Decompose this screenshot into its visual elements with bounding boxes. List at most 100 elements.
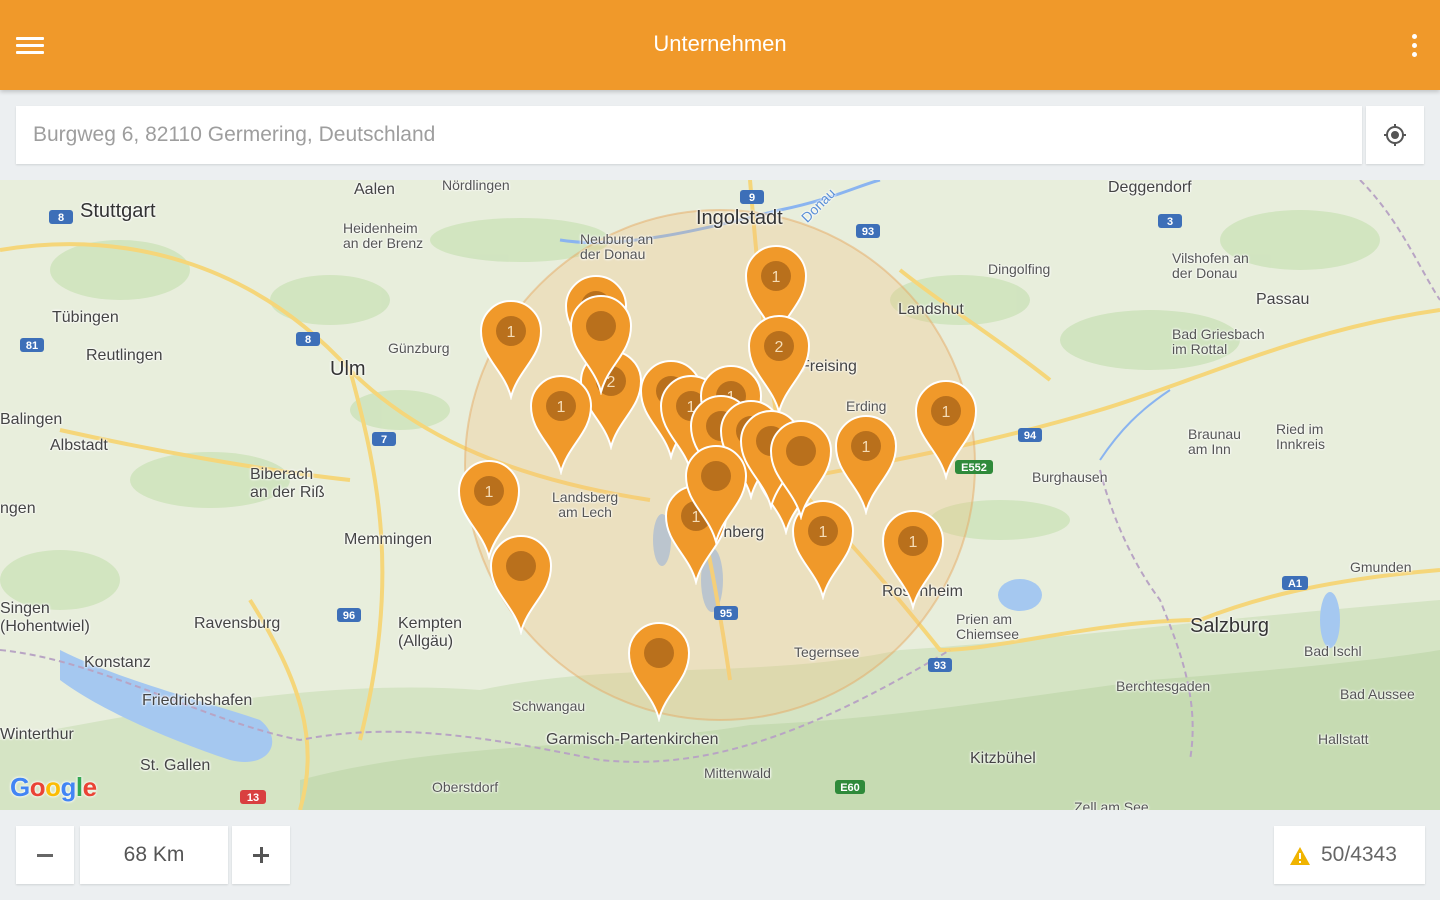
map-pin-icon — [490, 535, 552, 635]
map-label: Salzburg — [1190, 615, 1269, 637]
results-count-label: 50/4343 — [1321, 843, 1397, 866]
results-count[interactable]: 50/4343 — [1274, 826, 1425, 884]
address-search-input[interactable] — [16, 106, 1362, 164]
gps-target-icon — [1384, 124, 1406, 146]
minus-icon — [37, 854, 53, 857]
map-label: Aalen — [354, 181, 395, 198]
map-label: Konstanz — [84, 654, 151, 671]
map-label: Dingolfing — [988, 261, 1051, 277]
more-vert-icon[interactable] — [1402, 25, 1426, 65]
cluster-count: 1 — [506, 324, 516, 341]
map-label: Hallstatt — [1318, 731, 1369, 747]
road-shield: 93 — [862, 226, 874, 238]
map-label: Bad Aussee — [1340, 686, 1415, 702]
cluster-count: 1 — [771, 269, 781, 286]
map-pin-icon — [882, 510, 944, 610]
decrease-radius-button[interactable] — [16, 826, 74, 884]
map-label: Reutlingen — [86, 347, 163, 364]
map-label: Bad Griesbach im Rottal — [1172, 326, 1265, 358]
map-label: Ulm — [330, 358, 366, 380]
map-label: Ried im Innkreis — [1276, 421, 1326, 453]
radius-value: 68 — [123, 843, 147, 866]
map-label: Günzburg — [388, 340, 450, 356]
google-logo: Google — [10, 772, 97, 802]
road-shield: 9 — [749, 192, 755, 204]
cluster-count — [785, 437, 817, 469]
bottom-bar: 68 Km 50/4343 — [0, 810, 1440, 900]
map-label: Landshut — [898, 301, 964, 318]
map-label: Kempten (Allgäu) — [398, 615, 463, 650]
cluster-marker[interactable] — [685, 445, 747, 545]
map-view[interactable]: 8 9 3 93 81 8 7 94 E552 96 95 93 A1 E60 … — [0, 180, 1440, 810]
map-label: Bad Ischl — [1304, 643, 1362, 659]
map-label: Tübingen — [52, 309, 119, 326]
map-label: Burghausen — [1032, 469, 1108, 485]
app-bar: Unternehmen — [0, 0, 1440, 90]
map-label: Biberach an der Riß — [250, 466, 325, 501]
map-label: Erding — [846, 398, 887, 414]
cluster-marker[interactable] — [770, 420, 832, 520]
cluster-count — [505, 552, 537, 584]
map-pin-icon — [685, 445, 747, 545]
map-label: Friedrichshafen — [142, 692, 253, 709]
map-label: Deggendorf — [1108, 180, 1192, 196]
plus-icon-vertical — [260, 847, 263, 863]
cluster-marker[interactable] — [490, 535, 552, 635]
cluster-count: 1 — [861, 439, 871, 456]
cluster-count — [643, 639, 675, 671]
warning-icon — [1290, 847, 1310, 865]
increase-radius-button[interactable] — [232, 826, 290, 884]
cluster-marker[interactable]: 1 — [915, 380, 977, 480]
road-shield: E60 — [840, 782, 860, 794]
map-pin-icon — [915, 380, 977, 480]
radius-unit: Km — [152, 843, 185, 866]
road-shield: 7 — [381, 434, 387, 446]
map-pin-icon — [570, 295, 632, 395]
map-label: Gmunden — [1350, 559, 1412, 575]
map-label: Landsberg am Lech — [552, 489, 619, 521]
road-shield: 96 — [343, 610, 355, 622]
cluster-count: 1 — [908, 534, 918, 551]
road-shield: 94 — [1024, 430, 1037, 442]
cluster-count: 1 — [941, 404, 951, 421]
map-label: Garmisch-Partenkirchen — [546, 731, 719, 748]
map-label: Singen (Hohentwiel) — [0, 600, 90, 635]
map-label: Schwangau — [512, 698, 586, 714]
cluster-count — [585, 312, 617, 344]
cluster-marker[interactable] — [570, 295, 632, 395]
map-label: Zell am See — [1074, 799, 1149, 810]
cluster-count: 1 — [818, 524, 828, 541]
road-shield: 8 — [305, 334, 311, 346]
map-pin-icon — [770, 420, 832, 520]
map-pin-icon — [628, 622, 690, 722]
road-shield: A1 — [1288, 578, 1302, 590]
road-shield: 93 — [934, 660, 946, 672]
map-label: Heidenheim an der Brenz — [343, 220, 424, 252]
map-label: Balingen — [0, 411, 63, 428]
road-shield: 3 — [1167, 216, 1173, 228]
map-label: Vilshofen an der Donau — [1172, 250, 1249, 282]
cluster-marker[interactable]: 1 — [882, 510, 944, 610]
cluster-marker[interactable] — [628, 622, 690, 722]
my-location-button[interactable] — [1366, 106, 1424, 164]
map-label: Prien am Chiemsee — [956, 611, 1020, 643]
map-label: Memmingen — [344, 531, 433, 548]
map-label: Tegernsee — [794, 644, 860, 660]
road-shield: 81 — [26, 340, 38, 352]
cluster-count: 1 — [556, 399, 566, 416]
road-shield: 95 — [720, 608, 732, 620]
map-label: Ingolstadt — [696, 207, 783, 229]
map-label: Ravensburg — [194, 615, 281, 632]
map-label: St. Gallen — [140, 757, 211, 774]
map-label: Stuttgart — [80, 200, 156, 222]
map-label: Kitzbühel — [970, 750, 1036, 767]
cluster-count — [700, 462, 732, 494]
map-label: Passau — [1256, 291, 1310, 308]
radius-display: 68 Km — [80, 826, 228, 884]
map-label: Berchtesgaden — [1116, 678, 1211, 694]
map-label: Braunau am Inn — [1188, 426, 1241, 458]
map-label: Neuburg an der Donau — [580, 231, 654, 263]
map-label: Nördlingen — [442, 180, 510, 193]
road-shield: 8 — [58, 212, 64, 224]
map-label: Albstadt — [50, 437, 108, 454]
